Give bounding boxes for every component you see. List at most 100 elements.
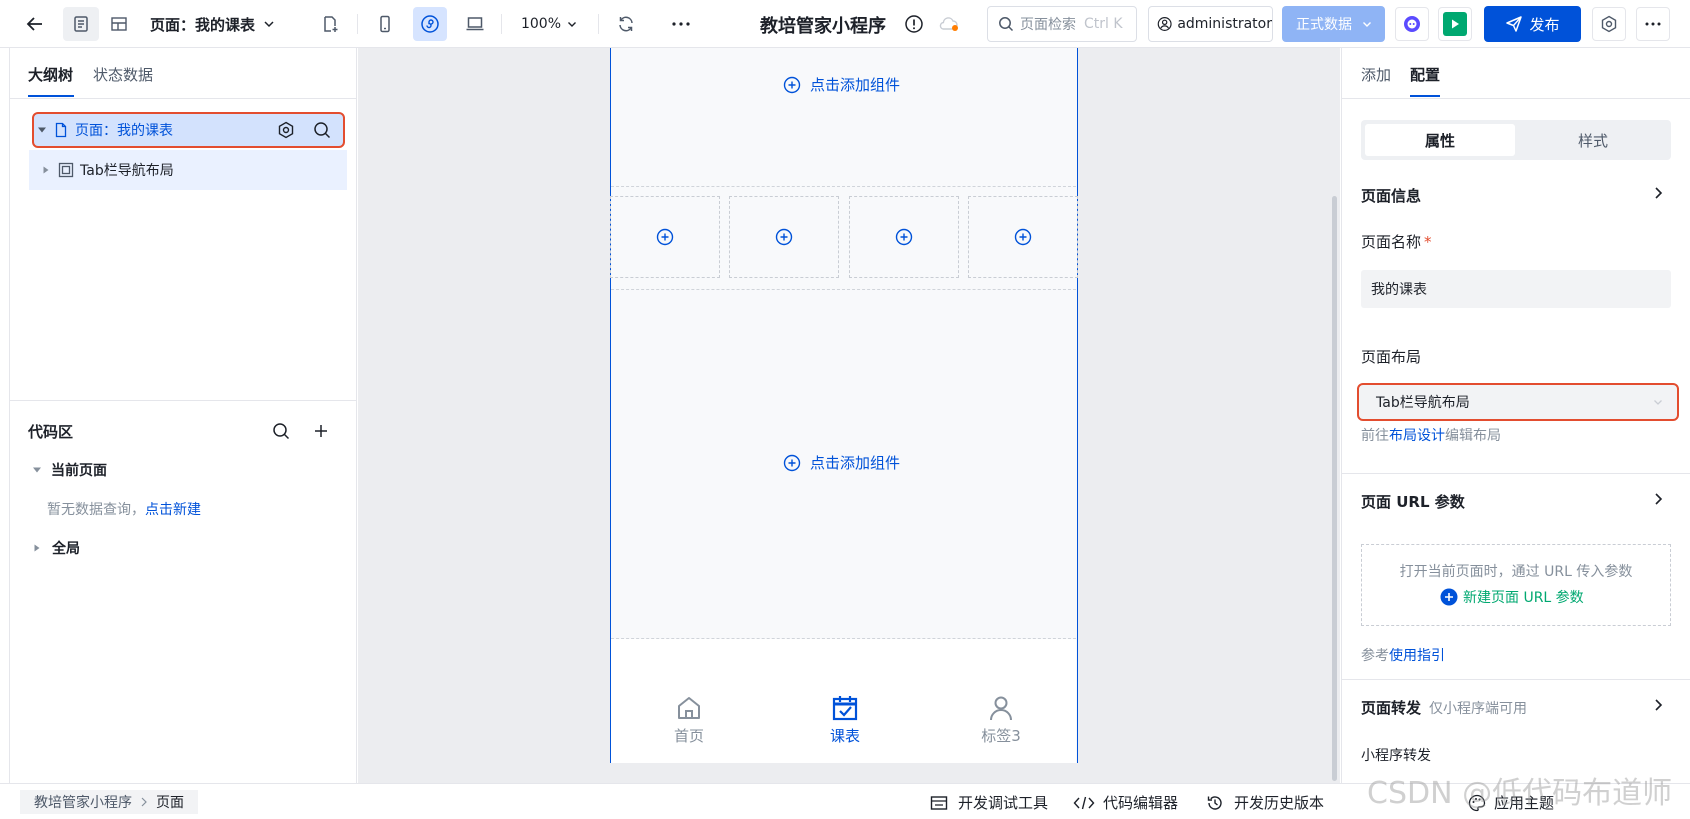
grid-slot[interactable] [729,196,839,278]
chevron-right-icon[interactable] [1652,492,1664,506]
tree-node-page[interactable]: 页面：我的课表 [32,112,345,148]
environment-select[interactable]: 正式数据 [1282,6,1385,42]
add-component-label: 点击添加组件 [810,76,901,94]
toolbar-divider [598,14,599,34]
layout-view-button[interactable] [101,7,137,41]
calendar-check-icon [832,696,858,721]
page-icon [55,122,67,138]
copilot-button[interactable] [1395,7,1429,41]
grid-slot[interactable] [849,196,959,278]
page-search-input[interactable]: 页面检索 Ctrl K [987,6,1137,42]
back-button[interactable] [18,7,52,41]
tab-add[interactable]: 添加 [1361,64,1391,85]
chevron-down-icon [1363,22,1371,27]
page-layout-select[interactable]: Tab栏导航布局 [1357,383,1679,421]
grid-slot[interactable] [610,196,720,278]
page-name-input[interactable]: 我的课表 [1361,270,1671,308]
guide-hint: 参考使用指引 [1361,645,1445,665]
layout-block-icon [58,162,74,178]
canvas-scrollbar[interactable] [1332,196,1337,781]
ai-assistant-icon [1404,16,1420,32]
pc-view-button[interactable] [458,7,492,41]
tab-state-data[interactable]: 状态数据 [93,64,153,85]
code-editor-button[interactable]: 代码编辑器 [1073,792,1178,813]
zoom-selector[interactable]: 100% [515,7,583,41]
debug-console-icon [930,795,948,810]
tree-node-tab-layout[interactable]: Tab栏导航布局 [29,150,347,190]
page-name-text: 页面名称 [1361,233,1422,251]
more-button[interactable] [665,7,697,41]
segmented-control: 属性 样式 [1361,120,1671,160]
create-query-link[interactable]: 点击新建 [145,502,201,518]
tabbar-item-schedule[interactable]: 课表 [805,693,885,746]
segment-properties[interactable]: 属性 [1365,124,1515,156]
mobile-view-button[interactable] [369,7,401,41]
plus-circle-filled-icon [1440,588,1458,606]
tab-outline[interactable]: 大纲树 [28,64,73,85]
layout-design-link[interactable]: 布局设计 [1389,428,1445,444]
add-component-top[interactable]: 点击添加组件 [783,74,900,95]
phone-preview: 点击添加组件 点击添加组件 首页 课表 标签3 [610,48,1078,763]
breadcrumb-page[interactable]: 页面 [156,792,184,812]
zoom-value: 100% [520,16,562,32]
more-menu-button[interactable] [1636,7,1670,41]
guide-link[interactable]: 使用指引 [1389,648,1445,664]
add-component-main[interactable]: 点击添加组件 [783,452,900,473]
tabbar-item-tab3[interactable]: 标签3 [961,693,1041,746]
gear-icon[interactable] [277,121,295,139]
caret-right-icon [34,544,40,552]
code-search-button[interactable] [272,422,290,440]
page-info-title[interactable]: 页面信息 [1361,185,1421,206]
publish-button[interactable]: 发布 [1484,6,1581,42]
current-page-label: 当前页面 [51,463,107,479]
code-add-button[interactable] [312,422,330,440]
refresh-button[interactable] [610,7,642,41]
user-icon [990,696,1012,721]
miniprogram-icon [421,15,439,33]
user-menu[interactable]: administrator [1148,6,1273,42]
chevron-right-icon[interactable] [1652,698,1664,712]
grid-slot[interactable] [968,196,1078,278]
page-selector[interactable]: 页面：我的课表 [150,7,295,41]
section-divider [611,186,1076,187]
current-page-group[interactable]: 当前页面 [33,460,107,480]
app-info-button[interactable] [901,7,927,41]
page-layout-label: 页面布局 [1361,348,1422,366]
play-icon [1443,12,1467,36]
plus-circle-icon [895,228,913,246]
add-component-label: 点击添加组件 [810,454,901,472]
history-label: 开发历史版本 [1234,794,1325,812]
code-editor-label: 代码编辑器 [1103,794,1179,812]
chevron-down-icon [568,22,577,27]
mini-forward-label: 小程序转发 [1361,748,1431,764]
add-page-button[interactable] [315,7,345,41]
forward-hint: 仅小程序端可用 [1429,700,1528,717]
global-group[interactable]: 全局 [34,538,80,558]
breadcrumb-app[interactable]: 教培管家小程序 [34,792,132,812]
new-url-param-label: 新建页面 URL 参数 [1463,590,1584,606]
search-icon[interactable] [313,121,331,139]
breadcrumb: 教培管家小程序 页面 [20,790,198,814]
dev-tools-button[interactable]: 开发调试工具 [930,792,1048,813]
settings-button[interactable] [1592,7,1626,41]
url-params-title[interactable]: 页面 URL 参数 [1361,491,1465,512]
divider [1342,473,1690,474]
preview-button[interactable] [1438,7,1472,41]
laptop-icon [466,17,484,31]
global-label: 全局 [52,541,80,557]
tabbar-item-home[interactable]: 首页 [649,693,729,746]
more-horizontal-icon [1645,22,1661,26]
segment-styles[interactable]: 样式 [1519,124,1667,156]
outline-view-button[interactable] [63,7,99,41]
cloud-status-button[interactable] [936,7,962,41]
new-url-param-button[interactable]: 新建页面 URL 参数 [1440,587,1584,607]
history-button[interactable]: 开发历史版本 [1206,792,1324,813]
layout-hint: 前往布局设计编辑布局 [1361,425,1501,445]
more-horizontal-icon [672,22,690,26]
tab-config[interactable]: 配置 [1410,64,1440,85]
forward-section-header[interactable]: 页面转发 仅小程序端可用 [1361,697,1527,718]
chevron-right-icon[interactable] [1652,186,1664,200]
plus-circle-icon [783,454,801,471]
environment-label: 正式数据 [1296,17,1352,33]
miniprogram-view-button[interactable] [413,7,447,41]
